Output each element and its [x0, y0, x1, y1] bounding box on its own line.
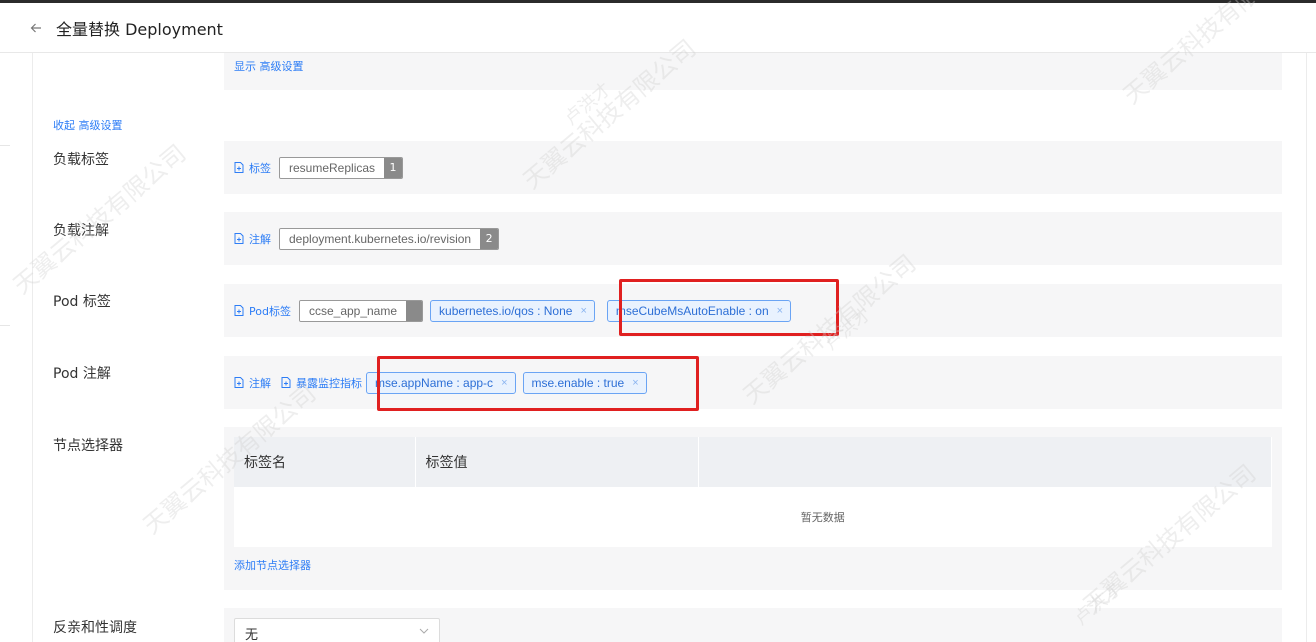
- node-selector-table: 标签名 标签值 暂无数据: [234, 437, 1272, 547]
- file-add-icon: [234, 305, 244, 316]
- anti-affinity-select[interactable]: 无: [234, 618, 440, 642]
- add-pod-label-text: Pod标签: [249, 304, 291, 318]
- workload-labels-panel: 标签 resumeReplicas 1: [224, 141, 1282, 194]
- file-add-icon: [234, 377, 244, 388]
- annotation-tag[interactable]: deployment.kubernetes.io/revision 2: [279, 227, 500, 250]
- column-header: 标签名: [234, 437, 416, 487]
- workload-annotations-panel: 注解 deployment.kubernetes.io/revision 2: [224, 212, 1282, 265]
- pod-label-chip[interactable]: kubernetes.io/qos : None ×: [430, 299, 595, 322]
- divider: [1306, 53, 1307, 642]
- add-annotation-text: 注解: [249, 232, 271, 246]
- collapse-advanced-link[interactable]: 收起 高级设置: [53, 117, 123, 133]
- page-title: 全量替换 Deployment: [56, 19, 223, 39]
- back-arrow-icon[interactable]: [30, 22, 42, 34]
- pod-annotations-label: Pod 注解: [53, 366, 111, 382]
- advanced-settings-panel: 显示 高级设置: [224, 53, 1282, 90]
- expose-metrics-button[interactable]: 暴露监控指标: [281, 375, 362, 391]
- add-node-selector-link[interactable]: 添加节点选择器: [234, 557, 311, 573]
- chip-close-icon[interactable]: ×: [580, 305, 586, 317]
- add-label-text: 标签: [249, 161, 271, 175]
- add-pod-label-button[interactable]: Pod标签: [234, 303, 291, 319]
- file-add-icon: [234, 233, 244, 244]
- add-label-button[interactable]: 标签: [234, 160, 271, 176]
- tag-count: 1: [384, 157, 403, 178]
- file-add-icon: [234, 162, 244, 173]
- highlight-box: [377, 356, 699, 411]
- add-annotation-button[interactable]: 注解: [234, 231, 271, 247]
- add-pod-annotation-text: 注解: [249, 376, 271, 390]
- add-pod-annotation-button[interactable]: 注解: [234, 375, 271, 391]
- empty-state: 暂无数据: [234, 487, 1272, 547]
- divider: [32, 53, 33, 642]
- pod-label-tag[interactable]: ccse_app_name: [298, 299, 424, 322]
- divider: [0, 325, 10, 326]
- divider: [0, 145, 10, 146]
- highlight-box: [619, 279, 839, 336]
- chip-text: kubernetes.io/qos : None: [439, 303, 573, 318]
- tag-text: ccse_app_name: [299, 300, 407, 321]
- tag-count: [406, 300, 423, 321]
- anti-affinity-label: 反亲和性调度: [53, 620, 137, 636]
- column-header: 标签值: [415, 437, 699, 487]
- workload-labels-label: 负载标签: [53, 152, 109, 168]
- page-header: 全量替换 Deployment: [0, 3, 1316, 53]
- tag-text: deployment.kubernetes.io/revision: [280, 228, 481, 249]
- expose-metrics-text: 暴露监控指标: [296, 376, 362, 390]
- file-add-icon: [281, 377, 291, 388]
- label-tag[interactable]: resumeReplicas 1: [279, 156, 404, 179]
- node-selector-panel: 标签名 标签值 暂无数据 添加节点选择器: [224, 427, 1282, 590]
- select-value: 无: [245, 627, 259, 642]
- show-advanced-link[interactable]: 显示 高级设置: [234, 58, 304, 74]
- tag-text: resumeReplicas: [280, 157, 385, 178]
- workload-annotations-label: 负载注解: [53, 223, 109, 239]
- pod-labels-label: Pod 标签: [53, 294, 111, 310]
- tag-count: 2: [480, 228, 499, 249]
- column-header: [698, 437, 1272, 487]
- chevron-down-icon: [419, 628, 429, 634]
- node-selector-label: 节点选择器: [53, 438, 123, 454]
